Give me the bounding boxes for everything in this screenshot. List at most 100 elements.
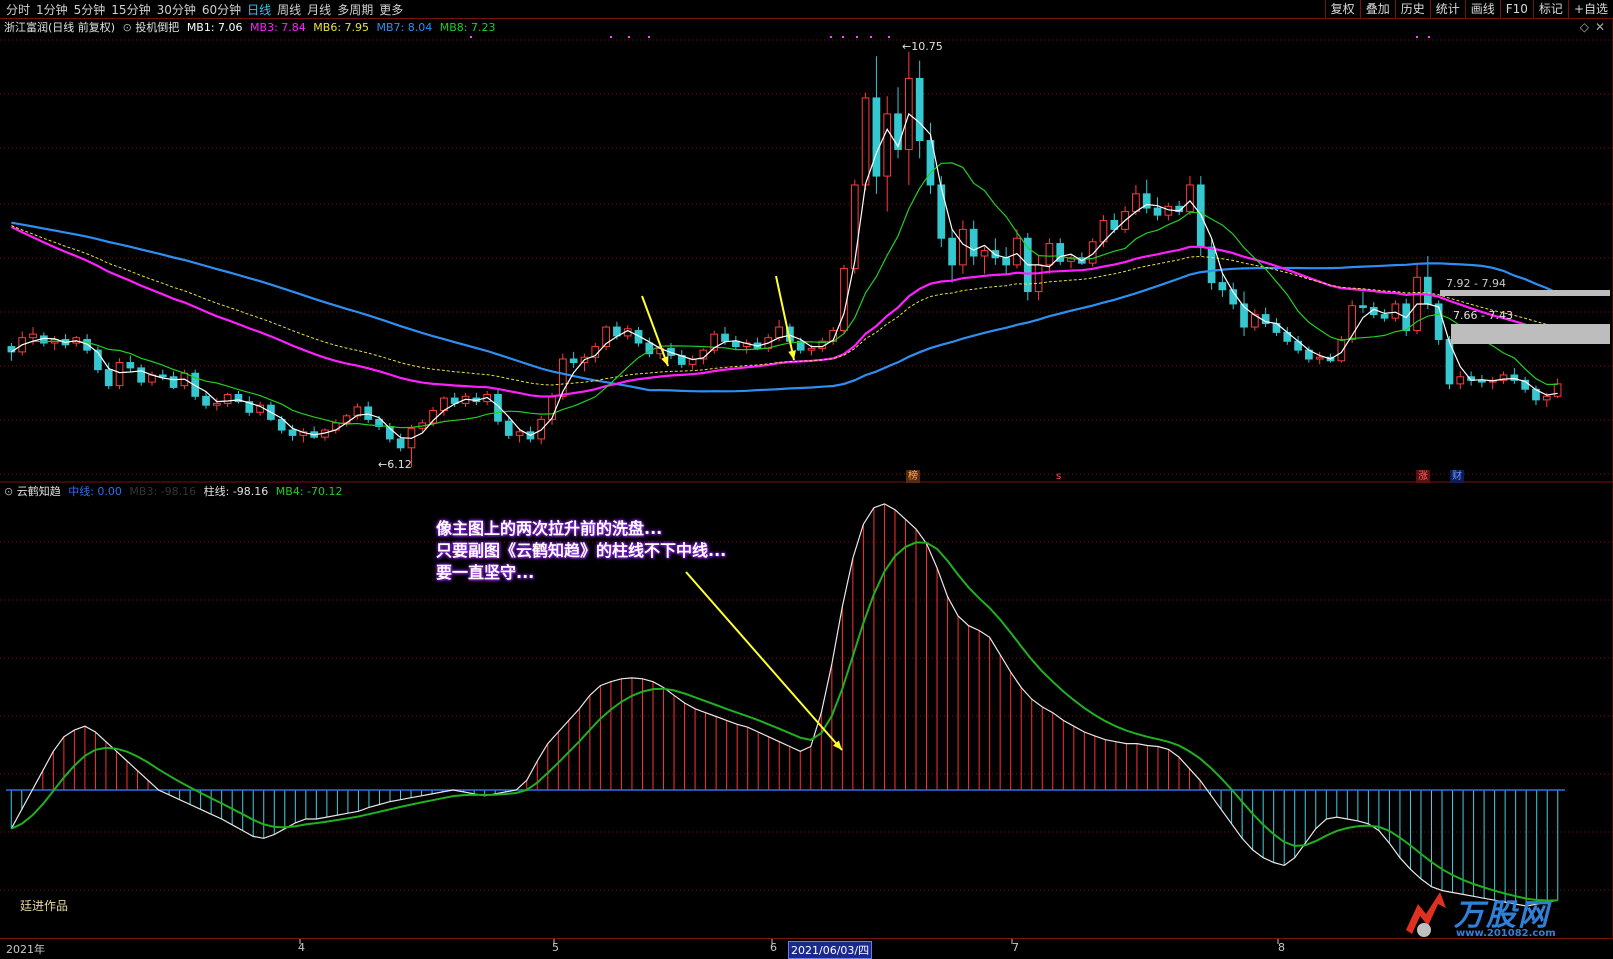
candle [104, 362, 113, 390]
candle-body [569, 358, 578, 364]
candle [310, 426, 319, 439]
tag-s[interactable]: s [1054, 470, 1063, 483]
event-dot-2 [628, 36, 630, 38]
candle-body [1391, 303, 1400, 319]
event-dot-0 [470, 36, 472, 38]
candle [872, 56, 881, 194]
watermark-logo: 万股网 www.201082.com [1400, 890, 1610, 940]
candle-body [1186, 184, 1194, 213]
x-label-current-date[interactable]: 2021/06/03/四 [788, 941, 873, 959]
candle-body [1153, 207, 1162, 216]
candle [494, 389, 502, 425]
candle [1553, 378, 1562, 399]
ma-yellow-line [11, 225, 1558, 386]
candle [115, 358, 124, 390]
tag-bang[interactable]: 榜 [906, 470, 920, 483]
candle-body [115, 362, 124, 387]
candle [1164, 202, 1173, 221]
tag-zhang[interactable]: 涨 [1416, 470, 1430, 483]
event-dot-1 [610, 36, 612, 38]
candle-body [364, 406, 373, 420]
candle [1359, 291, 1367, 313]
arrow-second-wash-shaft [775, 275, 795, 361]
arrow-first-wash-head [661, 356, 669, 366]
annotation-line-1: 像主图上的两次拉升前的洗盘... [436, 519, 663, 538]
candle [1196, 176, 1205, 256]
annotation-note: 像主图上的两次拉升前的洗盘... 只要副图《云鹤知趋》的柱线不下中线... 要一… [436, 518, 726, 584]
arrow-first-wash-shaft [641, 295, 669, 367]
candle [1240, 291, 1248, 336]
candle-body [1315, 356, 1324, 360]
candle [1186, 176, 1194, 216]
price-box-1-label: 7.92 - 7.94 [1446, 277, 1506, 290]
candle [926, 122, 935, 194]
candle-body [1207, 246, 1216, 284]
tag-cai[interactable]: 财 [1450, 470, 1464, 483]
event-dot-4 [830, 36, 832, 38]
candle-body [1380, 314, 1389, 319]
candle [1305, 346, 1313, 363]
candle-body [1132, 193, 1140, 213]
candle-body [807, 347, 816, 351]
candle-body [948, 237, 956, 266]
candle-body [1456, 376, 1465, 385]
x-label-may: 5 [552, 941, 559, 954]
x-label-apr: 4 [298, 941, 305, 954]
candle [223, 392, 232, 407]
candle [1478, 374, 1486, 388]
candle [688, 355, 697, 370]
x-label-aug: 8 [1278, 941, 1285, 954]
candle [1023, 232, 1032, 301]
candle-body [29, 333, 37, 339]
candle [321, 428, 329, 441]
candle-body [223, 394, 232, 404]
candle-body [1478, 379, 1486, 383]
grid-lines [0, 18, 1613, 944]
candle-body [872, 97, 881, 177]
candle-body [1337, 338, 1346, 362]
candle-body [137, 367, 146, 383]
candle-body [169, 376, 178, 388]
candles [7, 51, 1562, 468]
candle [299, 428, 308, 443]
candle-body [1423, 276, 1432, 305]
candle [742, 339, 751, 354]
osc-signal-line [10, 541, 1558, 902]
candle-body [894, 113, 902, 150]
arrow-first-wash [641, 295, 669, 367]
annotation-line-2: 只要副图《云鹤知趋》的柱线不下中线... [436, 541, 727, 560]
price-box-2 [1451, 324, 1610, 344]
event-dot-5 [842, 36, 844, 38]
arrow-second-wash [775, 275, 796, 361]
candle [904, 51, 913, 185]
candle-body [504, 420, 513, 436]
candle-body [1434, 303, 1443, 340]
price-box-2-label: 7.66 - 7.43 [1453, 309, 1513, 322]
candle [1142, 179, 1151, 214]
candle-body [1164, 205, 1173, 216]
osc-line [10, 503, 1558, 907]
candle [1153, 197, 1162, 221]
candle [1521, 376, 1530, 393]
candle-body [1045, 243, 1054, 266]
candle [1348, 300, 1357, 344]
chart-canvas[interactable]: ←10.75 ←6.12 [0, 0, 1613, 958]
candle-body [158, 374, 167, 378]
moving-averages [10, 36, 1559, 439]
author-label: 廷进作品 [20, 899, 69, 913]
candle-body [202, 395, 210, 406]
candle-body [548, 395, 556, 420]
candle-body [1013, 237, 1021, 266]
arrow-second-wash-head [788, 350, 796, 360]
candle [1488, 376, 1497, 390]
candle-body [861, 97, 870, 186]
candle-body [959, 228, 967, 266]
candle-body [937, 184, 946, 239]
candle-body [731, 340, 740, 348]
x-label-jun: 6 [770, 941, 777, 954]
candle [1002, 247, 1011, 274]
candle-body [104, 369, 113, 387]
candle-body [1196, 184, 1205, 248]
candle [50, 335, 59, 351]
candle [948, 229, 956, 283]
